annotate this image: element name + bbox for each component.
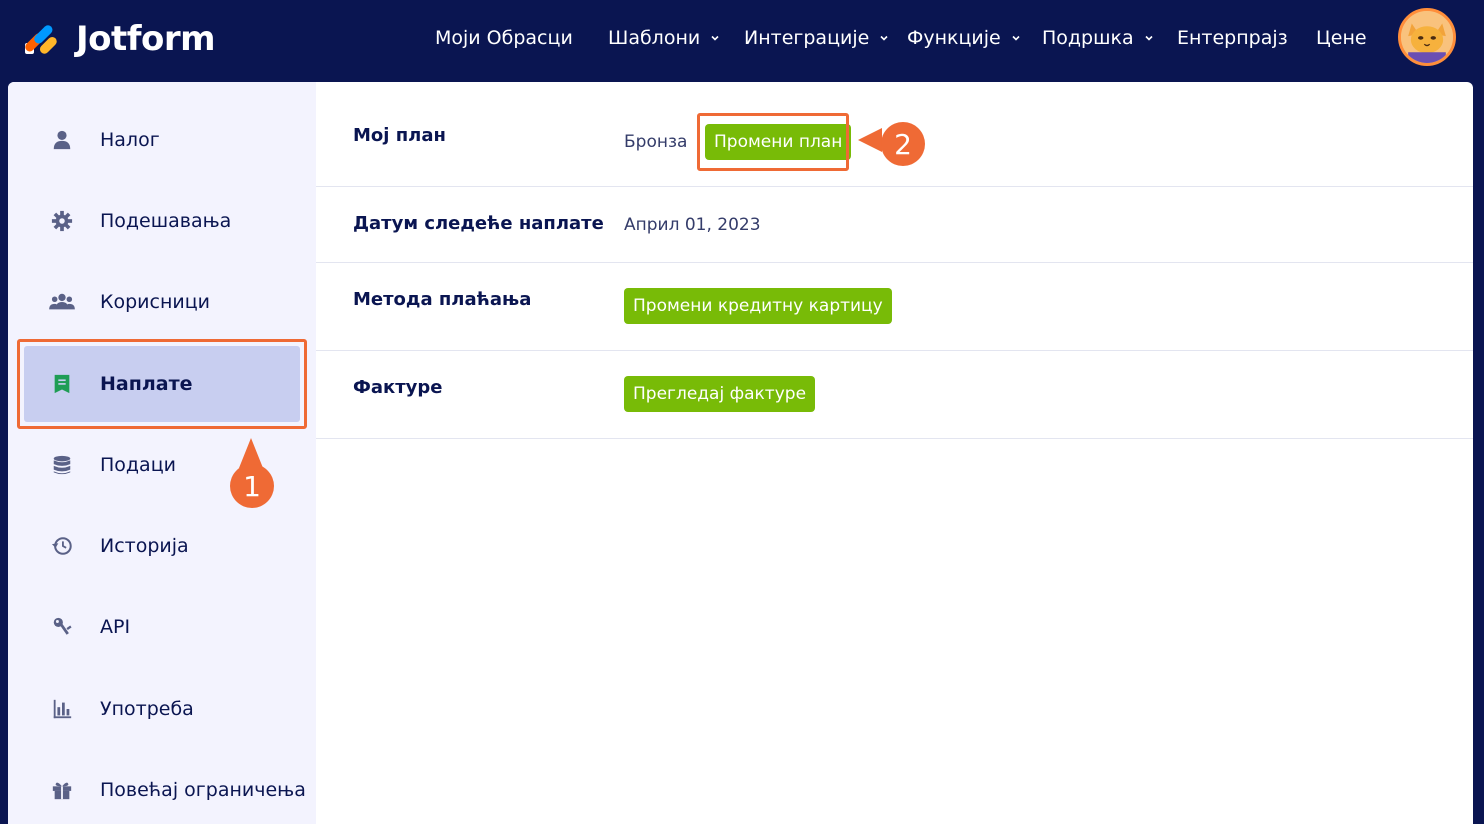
- nav-my-forms[interactable]: Моји Обрасци: [435, 24, 573, 52]
- gift-icon: [48, 776, 76, 804]
- sidebar-item-label: API: [100, 616, 131, 638]
- callout-2-pointer: [858, 128, 882, 152]
- sidebar-item-label: Повећај ограничења: [100, 779, 306, 801]
- sidebar-item-label: Употреба: [100, 698, 194, 720]
- avatar-cat-icon: [1401, 11, 1453, 63]
- chevron-down-icon: [1145, 35, 1153, 41]
- invoices-label: Фактуре: [353, 377, 443, 398]
- sidebar-item-label: Налог: [100, 129, 160, 151]
- chevron-down-icon: [1012, 35, 1020, 41]
- bar-chart-icon: [48, 695, 76, 723]
- sidebar-item-label: Корисници: [100, 291, 211, 313]
- jotform-logo-icon: [25, 25, 57, 54]
- change-credit-card-button[interactable]: Промени кредитну картицу: [624, 288, 892, 324]
- view-invoices-button[interactable]: Прегледај фактуре: [624, 376, 816, 412]
- sidebar-item-users[interactable]: Корисници: [24, 264, 300, 340]
- sidebar-item-history[interactable]: Историја: [24, 508, 300, 584]
- nav-label: Цене: [1316, 27, 1367, 49]
- sidebar-item-settings[interactable]: Подешавања: [24, 183, 300, 259]
- user-avatar[interactable]: [1398, 8, 1456, 66]
- nav-label: Шаблони: [608, 27, 701, 49]
- users-icon: [48, 288, 76, 316]
- jotform-logo[interactable]: Jotform: [22, 18, 216, 60]
- nav-templates[interactable]: Шаблони: [608, 24, 720, 52]
- sidebar-item-usage[interactable]: Употреба: [24, 671, 300, 747]
- row-next-billing-date: Датум следеће наплате Април 01, 2023: [316, 187, 1473, 263]
- nav-support[interactable]: Подршка: [1042, 24, 1154, 52]
- plan-value: Бронза: [624, 132, 688, 152]
- row-invoices: Фактуре Прегледај фактуре: [316, 351, 1473, 439]
- highlight-billing-box: [17, 339, 307, 429]
- gear-icon: [48, 207, 76, 235]
- callout-badge-1: 1: [230, 464, 274, 508]
- nav-enterprise[interactable]: Ентерпрајз: [1177, 24, 1288, 52]
- nav-pricing[interactable]: Цене: [1316, 24, 1367, 52]
- callout-badge-2: 2: [881, 122, 925, 166]
- nav-label: Моји Обрасци: [435, 27, 573, 49]
- top-nav-bar: Jotform Моји Обрасци Шаблони Интеграције…: [0, 0, 1484, 82]
- my-plan-label: Мој план: [353, 125, 446, 146]
- payment-method-label: Метода плаћања: [353, 289, 532, 310]
- next-billing-label: Датум следеће наплате: [353, 213, 604, 234]
- account-panel: Налог Подешавања Корисници Наплате Подац: [8, 82, 1473, 824]
- nav-features[interactable]: Функције: [907, 24, 1021, 52]
- database-icon: [48, 451, 76, 479]
- user-icon: [48, 126, 76, 154]
- chevron-down-icon: [880, 35, 888, 41]
- sidebar-item-increase-limits[interactable]: Повећај ограничења: [24, 752, 306, 824]
- highlight-change-plan-box: [697, 113, 849, 171]
- nav-label: Подршка: [1042, 27, 1134, 49]
- sidebar-item-label: Подешавања: [100, 210, 232, 232]
- chevron-down-icon: [711, 35, 719, 41]
- nav-label: Функције: [907, 27, 1001, 49]
- nav-integrations[interactable]: Интеграције: [744, 24, 889, 52]
- nav-label: Интеграције: [744, 27, 870, 49]
- sidebar-item-label: Историја: [100, 535, 189, 557]
- sidebar-item-api[interactable]: API: [24, 589, 300, 665]
- next-billing-value: Април 01, 2023: [624, 215, 761, 235]
- sidebar-item-account[interactable]: Налог: [24, 102, 300, 178]
- row-payment-method: Метода плаћања Промени кредитну картицу: [316, 263, 1473, 351]
- brand-name: Jotform: [76, 19, 216, 59]
- sidebar-item-label: Подаци: [100, 454, 176, 476]
- key-icon: [48, 613, 76, 641]
- history-icon: [48, 532, 76, 560]
- account-sidebar: Налог Подешавања Корисници Наплате Подац: [8, 82, 316, 824]
- nav-label: Ентерпрајз: [1177, 27, 1288, 49]
